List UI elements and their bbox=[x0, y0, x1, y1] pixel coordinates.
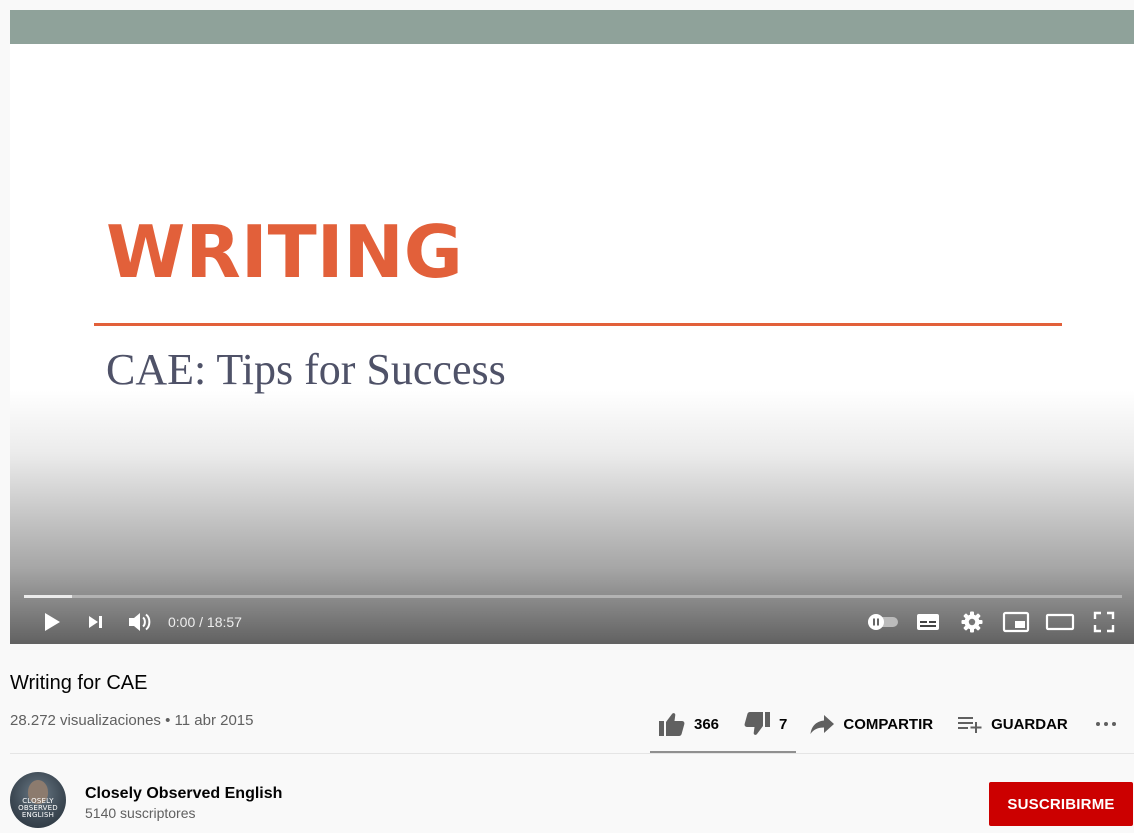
slide-title: WRITING bbox=[106, 210, 463, 294]
view-count: 28.272 visualizaciones bbox=[10, 712, 161, 729]
miniplayer-button[interactable] bbox=[994, 604, 1038, 640]
fullscreen-icon bbox=[1093, 611, 1115, 633]
more-actions-button[interactable] bbox=[1094, 700, 1126, 748]
slide-subtitle: CAE: Tips for Success bbox=[106, 345, 506, 394]
share-arrow-icon bbox=[810, 715, 835, 734]
watch-page: WRITING CAE: Tips for Success 0:00 / 18:… bbox=[0, 0, 1134, 833]
next-icon bbox=[89, 616, 102, 628]
duration: 18:57 bbox=[206, 614, 242, 630]
autoplay-toggle[interactable] bbox=[862, 604, 906, 640]
slide-divider bbox=[94, 323, 1062, 326]
meta-separator: • bbox=[160, 712, 175, 729]
autoplay-toggle-icon bbox=[868, 614, 898, 630]
save-button[interactable]: GUARDAR bbox=[957, 700, 1068, 748]
more-icon bbox=[1095, 722, 1116, 726]
video-player[interactable]: WRITING CAE: Tips for Success 0:00 / 18:… bbox=[10, 10, 1134, 644]
miniplayer-icon bbox=[1002, 611, 1030, 633]
video-actions: 366 7 COMPARTIR GUARDAR bbox=[650, 700, 1126, 748]
play-icon bbox=[45, 613, 60, 631]
avatar-logo-text: CLOSELY OBSERVED ENGLISH bbox=[18, 797, 58, 819]
thumbs-down-icon bbox=[744, 712, 771, 735]
save-label: GUARDAR bbox=[991, 715, 1068, 733]
dislike-count: 7 bbox=[779, 715, 788, 733]
current-time: 0:00 bbox=[168, 614, 196, 630]
channel-name[interactable]: Closely Observed English bbox=[85, 785, 282, 803]
player-controls: 0:00 / 18:57 bbox=[10, 604, 1134, 640]
theater-mode-icon bbox=[1045, 613, 1075, 631]
video-title: Writing for CAE bbox=[10, 672, 148, 694]
settings-gear-icon bbox=[961, 611, 983, 633]
like-button[interactable]: 366 bbox=[650, 700, 719, 748]
next-button[interactable] bbox=[74, 604, 118, 640]
time-separator: / bbox=[195, 614, 207, 630]
theater-mode-button[interactable] bbox=[1038, 604, 1082, 640]
volume-icon bbox=[129, 613, 151, 631]
subscribe-button[interactable]: SUSCRIBIRME bbox=[989, 782, 1133, 826]
progress-bar[interactable] bbox=[24, 595, 1122, 598]
play-button[interactable] bbox=[30, 604, 74, 640]
section-divider bbox=[10, 753, 1134, 754]
progress-buffered bbox=[24, 595, 73, 598]
settings-button[interactable] bbox=[950, 604, 994, 640]
mute-button[interactable] bbox=[118, 604, 162, 640]
video-meta: 28.272 visualizaciones • 11 abr 2015 bbox=[10, 712, 254, 729]
time-display: 0:00 / 18:57 bbox=[168, 614, 242, 630]
dislike-button[interactable]: 7 bbox=[743, 700, 787, 748]
subscriber-count: 5140 suscriptores bbox=[85, 805, 196, 821]
thumbs-up-icon bbox=[659, 713, 685, 736]
share-label: COMPARTIR bbox=[843, 715, 934, 733]
share-button[interactable]: COMPARTIR bbox=[809, 700, 933, 748]
channel-avatar[interactable]: CLOSELY OBSERVED ENGLISH bbox=[10, 772, 66, 828]
subtitles-button[interactable] bbox=[906, 604, 950, 640]
subtitles-icon bbox=[917, 614, 939, 630]
like-count: 366 bbox=[694, 715, 720, 733]
playlist-add-icon bbox=[958, 717, 982, 733]
fullscreen-button[interactable] bbox=[1082, 604, 1126, 640]
upload-date: 11 abr 2015 bbox=[174, 712, 254, 729]
slide-top-band bbox=[10, 10, 1134, 44]
